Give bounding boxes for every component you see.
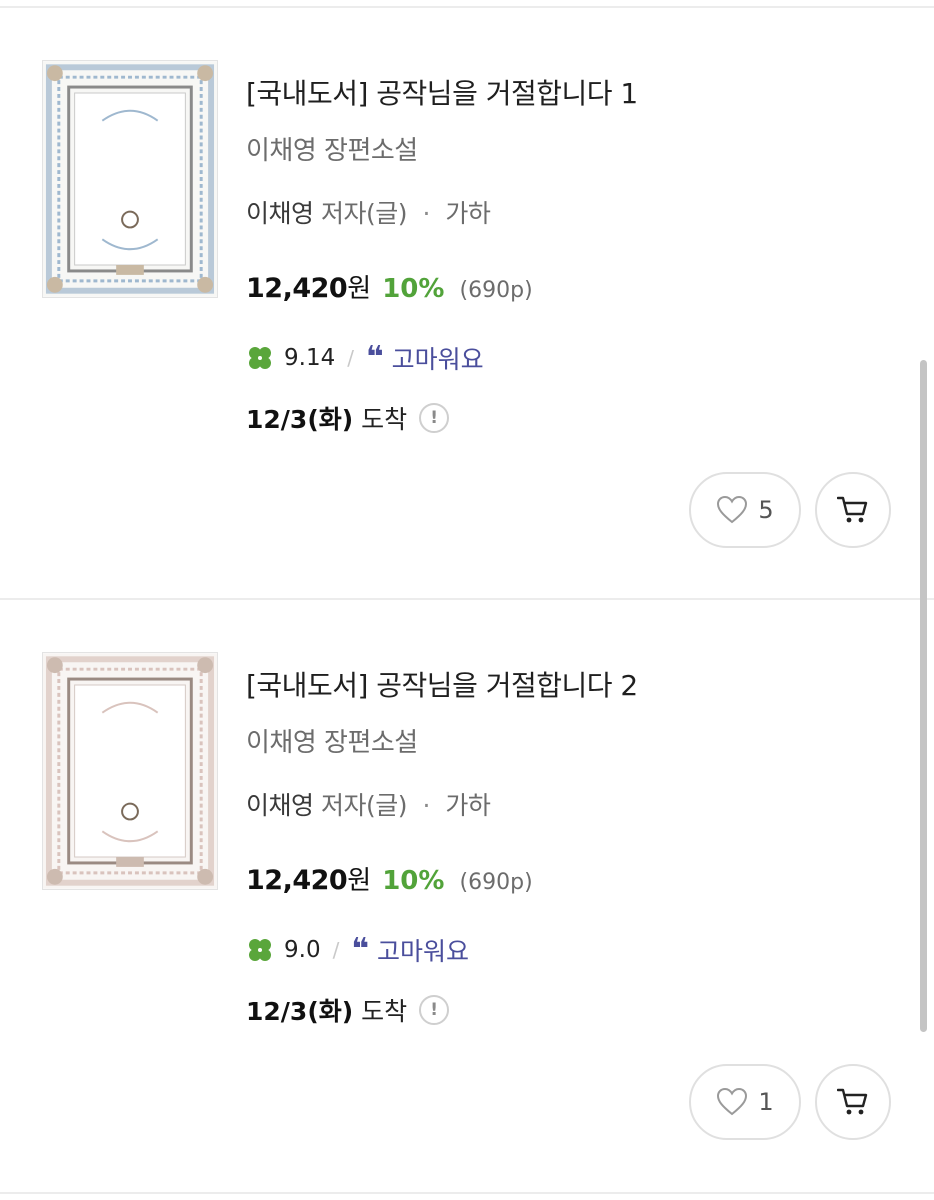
vertical-scrollbar[interactable] (920, 360, 927, 1032)
book-list-item: [국내도서] 공작님을 거절합니다 2 이채영 장편소설 이채영 저자(글) ·… (0, 600, 934, 1194)
quote-icon: ❝ (365, 340, 384, 375)
rating-line: 9.14 / ❝ 고마워요 (246, 342, 484, 374)
author-line: 이채영 저자(글) · 가하 (246, 194, 491, 230)
arrival-date: 12/3(화) (246, 405, 354, 434)
price-line: 12,420원 10% (690p) (246, 268, 533, 305)
like-count: 5 (758, 496, 774, 524)
author-name[interactable]: 이채영 (246, 791, 314, 820)
sale-price: 12,420 (246, 273, 348, 304)
rating-separator: / (332, 938, 340, 962)
reward-points: (690p) (459, 278, 533, 303)
info-icon[interactable]: ! (419, 995, 450, 1025)
book-cover-art (43, 653, 217, 889)
discount-rate: 10% (382, 274, 445, 304)
item-divider (0, 1192, 934, 1194)
rating-line: 9.0 / ❝ 고마워요 (246, 934, 469, 966)
cart-icon (837, 496, 868, 523)
arrival-line: 12/3(화) 도착 ! (246, 994, 450, 1026)
price-line: 12,420원 10% (690p) (246, 860, 533, 897)
book-title[interactable]: [국내도서] 공작님을 거절합니다 2 (246, 664, 638, 704)
separator-dot: · (422, 199, 430, 228)
like-button[interactable]: 1 (689, 1064, 801, 1140)
arrival-date: 12/3(화) (246, 997, 354, 1026)
book-cover-art (43, 61, 217, 297)
arrival-line: 12/3(화) 도착 ! (246, 402, 450, 434)
currency-unit: 원 (347, 274, 372, 304)
book-list-item: [국내도서] 공작님을 거절합니다 1 이채영 장편소설 이채영 저자(글) ·… (0, 8, 934, 600)
book-title[interactable]: [국내도서] 공작님을 거절합니다 1 (246, 72, 638, 112)
heart-icon (717, 1088, 748, 1116)
heart-icon (717, 496, 748, 524)
currency-unit: 원 (347, 866, 372, 896)
author-name[interactable]: 이채영 (246, 199, 314, 228)
add-to-cart-button[interactable] (815, 1064, 891, 1140)
rating-score: 9.0 (284, 937, 321, 963)
rating-score: 9.14 (284, 345, 336, 371)
author-role: 저자(글) (320, 199, 408, 228)
thanks-link[interactable]: 고마워요 (377, 932, 469, 968)
book-list-page: [국내도서] 공작님을 거절합니다 1 이채영 장편소설 이채영 저자(글) ·… (0, 0, 934, 1200)
clover-icon (249, 939, 271, 961)
discount-rate: 10% (382, 866, 445, 896)
separator-dot: · (422, 791, 430, 820)
clover-icon (249, 347, 271, 369)
reward-points: (690p) (459, 870, 533, 895)
publisher-name[interactable]: 가하 (445, 199, 491, 228)
like-count: 1 (758, 1088, 774, 1116)
like-button[interactable]: 5 (689, 472, 801, 548)
rating-separator: / (347, 346, 354, 370)
arrival-label: 도착 (361, 997, 408, 1026)
author-line: 이채영 저자(글) · 가하 (246, 786, 491, 822)
add-to-cart-button[interactable] (815, 472, 891, 548)
arrival-label: 도착 (361, 405, 408, 434)
book-cover-image[interactable] (42, 60, 218, 298)
book-subtitle: 이채영 장편소설 (246, 136, 418, 166)
cart-icon (837, 1088, 868, 1115)
info-icon[interactable]: ! (419, 403, 450, 433)
book-cover-image[interactable] (42, 652, 218, 890)
book-subtitle: 이채영 장편소설 (246, 728, 418, 758)
quote-icon: ❝ (351, 932, 369, 967)
sale-price: 12,420 (246, 865, 348, 896)
publisher-name[interactable]: 가하 (445, 791, 491, 820)
author-role: 저자(글) (320, 791, 408, 820)
thanks-link[interactable]: 고마워요 (392, 340, 484, 376)
